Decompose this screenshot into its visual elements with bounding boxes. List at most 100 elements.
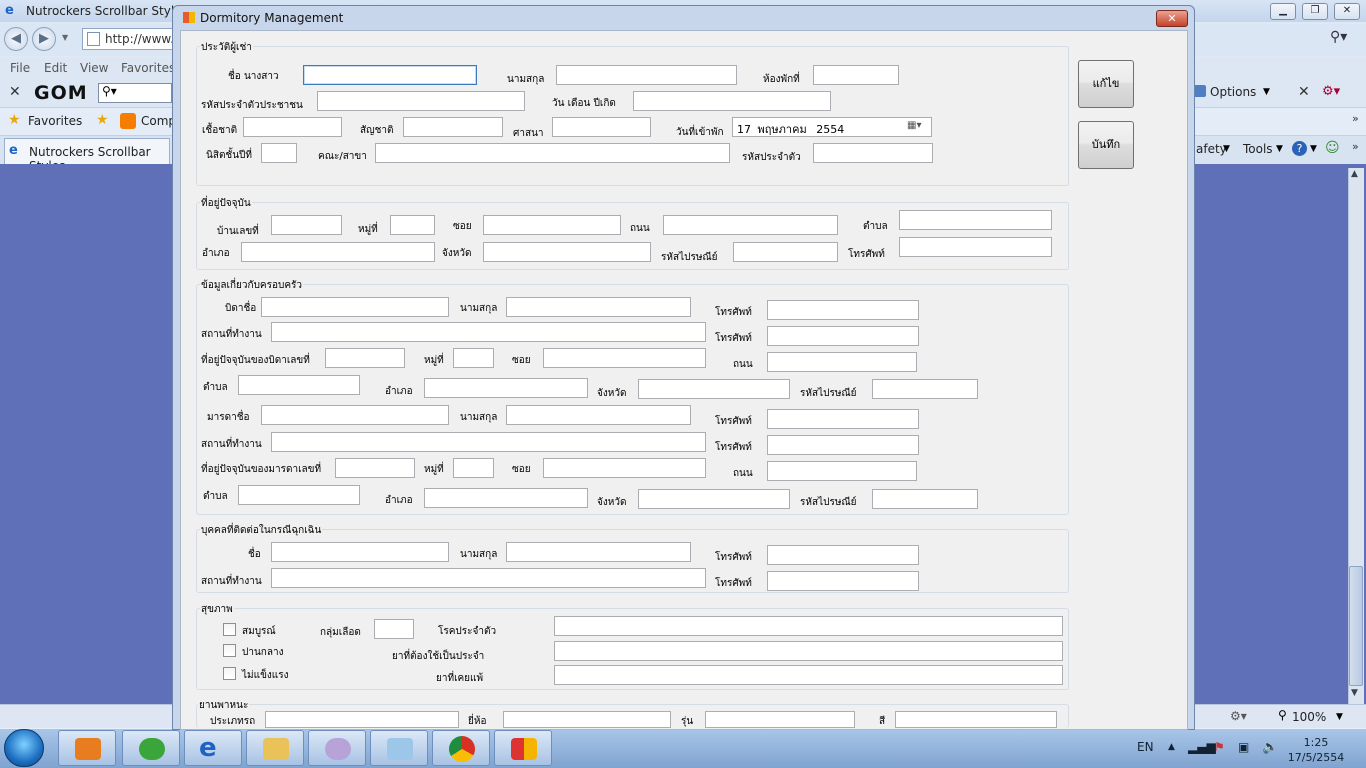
- zoom-dropdown-icon[interactable]: ▼: [1336, 712, 1343, 722]
- zoom-level[interactable]: 100%: [1292, 710, 1326, 724]
- emergency-name-input[interactable]: [271, 542, 449, 562]
- mother-workplace-phone-input[interactable]: [767, 435, 919, 455]
- tools-dropdown-icon[interactable]: ▼: [1276, 144, 1283, 154]
- start-button[interactable]: [4, 729, 44, 767]
- scroll-down-icon[interactable]: ▼: [1351, 688, 1358, 698]
- favorites-button[interactable]: Favorites: [28, 114, 82, 128]
- father-workplace-input[interactable]: [271, 322, 706, 342]
- search-icon[interactable]: ⚲▾: [1330, 29, 1347, 45]
- minimize-button[interactable]: ▁: [1270, 3, 1296, 20]
- options-dropdown-icon[interactable]: ▼: [1263, 87, 1270, 97]
- emergency-phone-input[interactable]: [767, 545, 919, 565]
- options-menu[interactable]: Options: [1210, 85, 1256, 99]
- maximize-button[interactable]: ❐: [1302, 3, 1328, 20]
- messenger-icon[interactable]: ☺: [1325, 140, 1340, 156]
- scrollbar-thumb[interactable]: [1349, 566, 1363, 686]
- father-road-input[interactable]: [767, 352, 917, 372]
- tambon-input[interactable]: [899, 210, 1052, 230]
- emergency-workplace-phone-input[interactable]: [767, 571, 919, 591]
- father-house-no-input[interactable]: [325, 348, 405, 368]
- mother-tambon-input[interactable]: [238, 485, 360, 505]
- network-icon[interactable]: ▂▄▆: [1188, 740, 1216, 754]
- soi-input[interactable]: [483, 215, 621, 235]
- father-province-input[interactable]: [638, 379, 790, 399]
- father-phone-input[interactable]: [767, 300, 919, 320]
- history-dropdown-icon[interactable]: ▼: [62, 33, 68, 42]
- device-icon[interactable]: ▣: [1238, 740, 1249, 754]
- mother-workplace-input[interactable]: [271, 432, 706, 452]
- taskbar-media-player[interactable]: [58, 730, 116, 766]
- menu-edit[interactable]: Edit: [44, 61, 67, 75]
- address-input[interactable]: http://www.: [82, 28, 182, 50]
- protected-mode-icon[interactable]: ⚙▾: [1230, 709, 1247, 723]
- volume-icon[interactable]: 🔈: [1262, 740, 1278, 755]
- favorite-link[interactable]: Comp: [141, 114, 176, 128]
- province-input[interactable]: [483, 242, 651, 262]
- back-button[interactable]: ◀: [4, 27, 28, 51]
- mother-name-input[interactable]: [261, 405, 449, 425]
- action-center-icon[interactable]: ⚑: [1214, 740, 1225, 754]
- browser-tab[interactable]: e Nutrockers Scrollbar Styles: [4, 138, 170, 173]
- taskbar-chrome[interactable]: [432, 730, 490, 766]
- phone-input[interactable]: [899, 237, 1052, 257]
- clock[interactable]: 1:25 17/5/2554: [1286, 735, 1346, 765]
- mother-postcode-input[interactable]: [872, 489, 978, 509]
- nationality-input[interactable]: [403, 117, 503, 137]
- toolbar-close-icon[interactable]: ✕: [9, 84, 21, 100]
- father-postcode-input[interactable]: [872, 379, 978, 399]
- taskbar-app[interactable]: [494, 730, 552, 766]
- menu-favorites[interactable]: Favorites: [121, 61, 175, 75]
- weak-checkbox[interactable]: [223, 667, 236, 680]
- moo-input[interactable]: [390, 215, 435, 235]
- lastname-input[interactable]: [556, 65, 737, 85]
- emergency-workplace-input[interactable]: [271, 568, 706, 588]
- scroll-up-icon[interactable]: ▲: [1351, 169, 1358, 179]
- postcode-input[interactable]: [733, 242, 838, 262]
- mother-house-no-input[interactable]: [335, 458, 415, 478]
- father-soi-input[interactable]: [543, 348, 706, 368]
- mother-province-input[interactable]: [638, 489, 790, 509]
- gom-search-input[interactable]: ⚲▾: [98, 83, 172, 103]
- taskbar-explorer[interactable]: [246, 730, 304, 766]
- father-tambon-input[interactable]: [238, 375, 360, 395]
- mother-road-input[interactable]: [767, 461, 917, 481]
- medicine-input[interactable]: [554, 641, 1063, 661]
- ethnicity-input[interactable]: [243, 117, 342, 137]
- dialog-close-button[interactable]: ✕: [1156, 10, 1188, 27]
- help-dropdown-icon[interactable]: ▼: [1310, 144, 1317, 154]
- taskbar-messenger[interactable]: [122, 730, 180, 766]
- more-tools-icon[interactable]: »: [1352, 140, 1359, 153]
- menu-file[interactable]: File: [10, 61, 30, 75]
- safety-dropdown-icon[interactable]: ▼: [1223, 144, 1230, 154]
- forward-button[interactable]: ▶: [32, 27, 56, 51]
- emergency-lastname-input[interactable]: [506, 542, 691, 562]
- mother-moo-input[interactable]: [453, 458, 494, 478]
- citizen-id-input[interactable]: [317, 91, 525, 111]
- vehicle-type-input[interactable]: [265, 711, 459, 728]
- mother-soi-input[interactable]: [543, 458, 706, 478]
- father-amphoe-input[interactable]: [424, 378, 588, 398]
- help-icon[interactable]: ?: [1292, 141, 1307, 156]
- father-name-input[interactable]: [261, 297, 449, 317]
- father-lastname-input[interactable]: [506, 297, 691, 317]
- checkin-date-picker[interactable]: 17 พฤษภาคม 2554 ▦▾: [732, 117, 932, 137]
- taskbar-notepad[interactable]: [370, 730, 428, 766]
- vehicle-model-input[interactable]: [705, 711, 855, 728]
- amphoe-input[interactable]: [241, 242, 435, 262]
- father-workplace-phone-input[interactable]: [767, 326, 919, 346]
- browser-close-button[interactable]: ✕: [1334, 3, 1360, 20]
- student-id-input[interactable]: [813, 143, 933, 163]
- birthdate-input[interactable]: [633, 91, 831, 111]
- perfect-checkbox[interactable]: [223, 623, 236, 636]
- disease-input[interactable]: [554, 616, 1063, 636]
- firstname-input[interactable]: [303, 65, 477, 85]
- mother-amphoe-input[interactable]: [424, 488, 588, 508]
- more-toolbar-icon[interactable]: »: [1352, 112, 1359, 125]
- house-no-input[interactable]: [271, 215, 342, 235]
- toolbar2-close-icon[interactable]: ✕: [1298, 84, 1310, 100]
- menu-view[interactable]: View: [80, 61, 108, 75]
- year-input[interactable]: [261, 143, 297, 163]
- road-input[interactable]: [663, 215, 838, 235]
- language-indicator[interactable]: EN: [1137, 740, 1154, 754]
- mother-lastname-input[interactable]: [506, 405, 691, 425]
